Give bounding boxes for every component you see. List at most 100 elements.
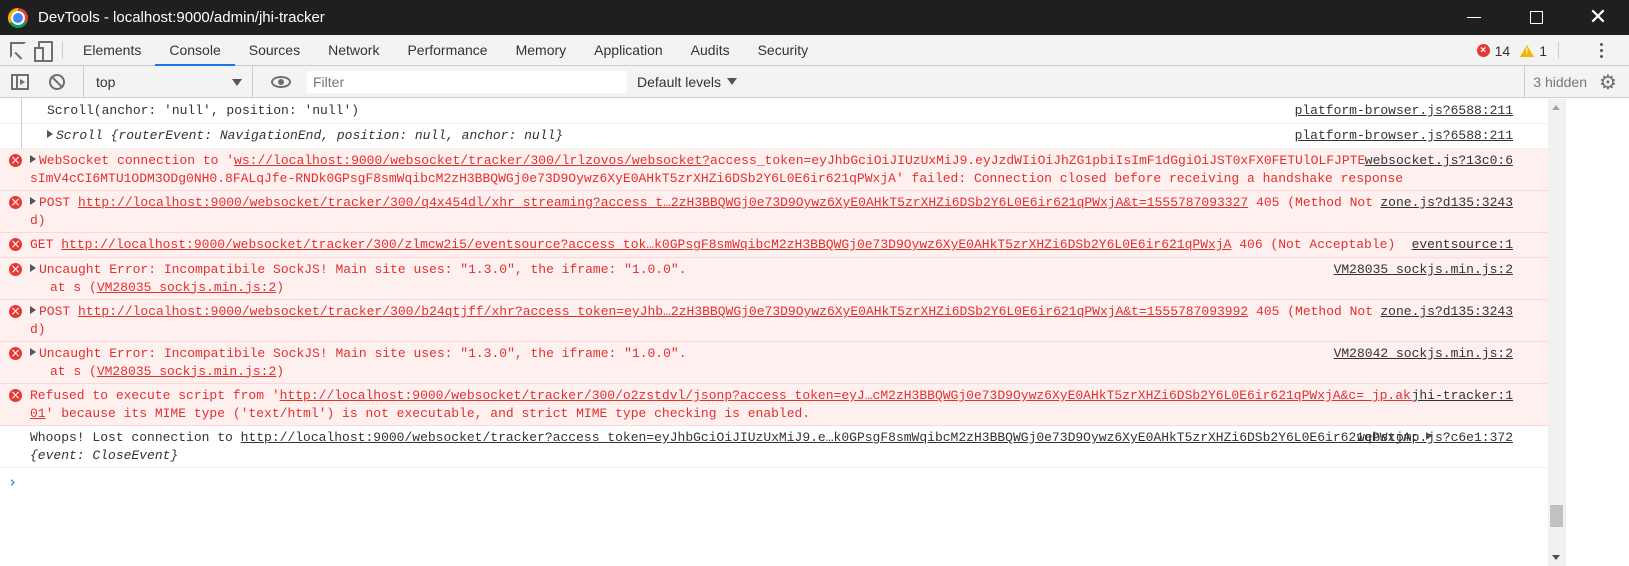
message-source-link[interactable]: zone.js?d135:3243 xyxy=(1380,303,1513,321)
console-log-message: platform-browser.js?6588:211 Scroll(ancho… xyxy=(0,99,1548,124)
message-text: Uncaught Error: Incompatibile SockJS! Ma… xyxy=(39,262,687,277)
warning-icon xyxy=(1520,44,1535,57)
message-text: Whoops! Lost connection to xyxy=(30,430,241,445)
tab-console[interactable]: Console xyxy=(155,35,236,66)
stack-text: at s ( xyxy=(50,279,97,295)
message-text: 406 (Not Acceptable) xyxy=(1231,237,1396,252)
gear-icon[interactable]: ⚙ xyxy=(1599,72,1619,92)
prompt-chevron-icon: › xyxy=(8,473,18,491)
maximize-icon xyxy=(1529,11,1543,24)
console-error-message: eventsource:1 GET http://localhost:9000/w… xyxy=(0,233,1548,258)
tab-application[interactable]: Application xyxy=(580,35,677,65)
scroll-down-icon[interactable] xyxy=(1552,555,1560,560)
expand-triangle-icon[interactable] xyxy=(30,155,36,163)
window-titlebar: DevTools - localhost:9000/admin/jhi-trac… xyxy=(0,0,1629,35)
tab-audits[interactable]: Audits xyxy=(677,35,744,65)
device-mobile-icon xyxy=(34,41,53,62)
scrollbar-thumb[interactable] xyxy=(1550,505,1563,527)
message-url-link[interactable]: http://localhost:9000/websocket/tracker/… xyxy=(61,237,1231,252)
console-error-message: VM28042 sockjs.min.js:2 Uncaught Error: I… xyxy=(0,342,1548,384)
expand-triangle-icon[interactable] xyxy=(30,264,36,272)
chevron-down-icon xyxy=(232,78,242,86)
maximize-button[interactable] xyxy=(1505,0,1567,35)
console-error-message: websocket.js?13c0:6 WebSocket connection … xyxy=(0,149,1548,191)
expand-triangle-icon[interactable] xyxy=(30,197,36,205)
console-error-message: VM28035 sockjs.min.js:2 Uncaught Error: I… xyxy=(0,258,1548,300)
live-expression-eye-icon[interactable] xyxy=(271,75,291,88)
log-levels-dropdown[interactable]: Default levels xyxy=(637,73,738,90)
message-source-link[interactable]: VM28035 sockjs.min.js:2 xyxy=(1333,261,1513,279)
expand-triangle-icon[interactable] xyxy=(30,306,36,314)
message-source-link[interactable]: webstomp.js?c6e1:372 xyxy=(1357,429,1513,447)
context-selector[interactable]: top xyxy=(83,65,253,98)
close-icon: ✕ xyxy=(1588,4,1608,30)
console-log-message: webstomp.js?c6e1:372 Whoops! Lost connect… xyxy=(0,426,1548,468)
panel-tabs: Elements Console Sources Network Performance… xyxy=(69,35,823,66)
scroll-up-icon[interactable] xyxy=(1552,105,1560,110)
console-scrollbar[interactable] xyxy=(1548,99,1565,566)
issue-counts[interactable]: × 14 1 xyxy=(1476,35,1547,66)
devtools-tabbar: Elements Console Sources Network Performance… xyxy=(0,35,1629,66)
console-prompt[interactable]: › xyxy=(0,468,1548,498)
message-text: Uncaught Error: Incompatibile SockJS! Ma… xyxy=(39,346,687,361)
log-levels-label: Default levels xyxy=(637,73,722,90)
tab-performance[interactable]: Performance xyxy=(393,35,501,65)
inspect-cursor-icon xyxy=(10,42,26,58)
message-text: Scroll(anchor: 'null', position: 'null') xyxy=(47,103,360,118)
logged-object[interactable]: {event: CloseEvent} xyxy=(30,448,178,463)
window-title: DevTools - localhost:9000/admin/jhi-trac… xyxy=(38,9,325,26)
stack-trace-line: at s (VM28035 sockjs.min.js:2) xyxy=(30,279,1438,297)
message-source-link[interactable]: platform-browser.js?6588:211 xyxy=(1295,127,1513,145)
device-toolbar-button[interactable] xyxy=(28,35,56,65)
hidden-messages-count: 3 hidden xyxy=(1524,66,1587,98)
stack-trace-line: at s (VM28035 sockjs.min.js:2) xyxy=(30,363,1438,381)
message-url-link[interactable]: http://localhost:9000/websocket/tracker/… xyxy=(78,195,1248,210)
minimize-button[interactable] xyxy=(1443,0,1505,35)
filter-input[interactable] xyxy=(307,70,627,93)
tab-security[interactable]: Security xyxy=(744,35,823,65)
message-url-link[interactable]: http://localhost:9000/websocket/tracker/… xyxy=(78,304,1248,319)
tab-memory[interactable]: Memory xyxy=(502,35,581,65)
inspect-element-button[interactable] xyxy=(0,35,28,65)
stack-text: ) xyxy=(276,279,285,295)
stack-source-link[interactable]: VM28035 sockjs.min.js:2 xyxy=(97,280,276,295)
chevron-down-icon xyxy=(727,78,738,85)
stack-source-link[interactable]: VM28035 sockjs.min.js:2 xyxy=(97,364,276,379)
message-source-link[interactable]: websocket.js?13c0:6 xyxy=(1364,152,1513,170)
tab-elements[interactable]: Elements xyxy=(69,35,155,65)
message-text: WebSocket connection to ' xyxy=(39,153,235,168)
console-messages: platform-browser.js?6588:211 Scroll(ancho… xyxy=(0,99,1548,566)
tab-sources[interactable]: Sources xyxy=(235,35,314,65)
window-controls: ✕ xyxy=(1443,0,1629,35)
close-window-button[interactable]: ✕ xyxy=(1567,0,1629,35)
message-text: GET xyxy=(30,237,62,252)
more-options-icon[interactable] xyxy=(1591,35,1611,66)
chrome-logo-icon xyxy=(8,7,28,28)
message-text: Scroll {routerEvent: NavigationEnd, posi… xyxy=(56,128,564,143)
message-text: Refused to execute script from ' xyxy=(30,388,280,403)
console-log-message: platform-browser.js?6588:211 Scroll {rout… xyxy=(0,124,1548,149)
right-gutter xyxy=(1565,99,1629,566)
expand-triangle-icon[interactable] xyxy=(30,348,36,356)
message-url-link[interactable]: ws://localhost:9000/websocket/tracker/30… xyxy=(234,153,710,168)
divider xyxy=(62,41,63,59)
message-source-link[interactable]: zone.js?d135:3243 xyxy=(1380,194,1513,212)
message-url-link[interactable]: http://localhost:9000/websocket/tracker?… xyxy=(241,430,1411,445)
expand-triangle-icon[interactable] xyxy=(47,130,53,138)
stack-text: at s ( xyxy=(50,363,97,379)
message-text: POST xyxy=(39,304,79,319)
console-error-message: zone.js?d135:3243 POST http://localhost:9… xyxy=(0,300,1548,342)
console-error-message: zone.js?d135:3243 POST http://localhost:9… xyxy=(0,191,1548,233)
clear-console-icon[interactable] xyxy=(49,73,65,90)
message-source-link[interactable]: platform-browser.js?6588:211 xyxy=(1295,102,1513,120)
console-error-message: jhi-tracker:1 Refused to execute script f… xyxy=(0,384,1548,426)
message-source-link[interactable]: eventsource:1 xyxy=(1411,236,1513,254)
message-source-link[interactable]: VM28042 sockjs.min.js:2 xyxy=(1333,345,1513,363)
context-selector-value: top xyxy=(96,73,116,90)
message-source-link[interactable]: jhi-tracker:1 xyxy=(1411,387,1513,405)
minimize-icon xyxy=(1467,17,1481,18)
message-text: POST xyxy=(39,195,79,210)
error-count: 14 xyxy=(1494,42,1511,59)
show-sidebar-icon[interactable] xyxy=(11,73,29,90)
tab-network[interactable]: Network xyxy=(314,35,393,65)
